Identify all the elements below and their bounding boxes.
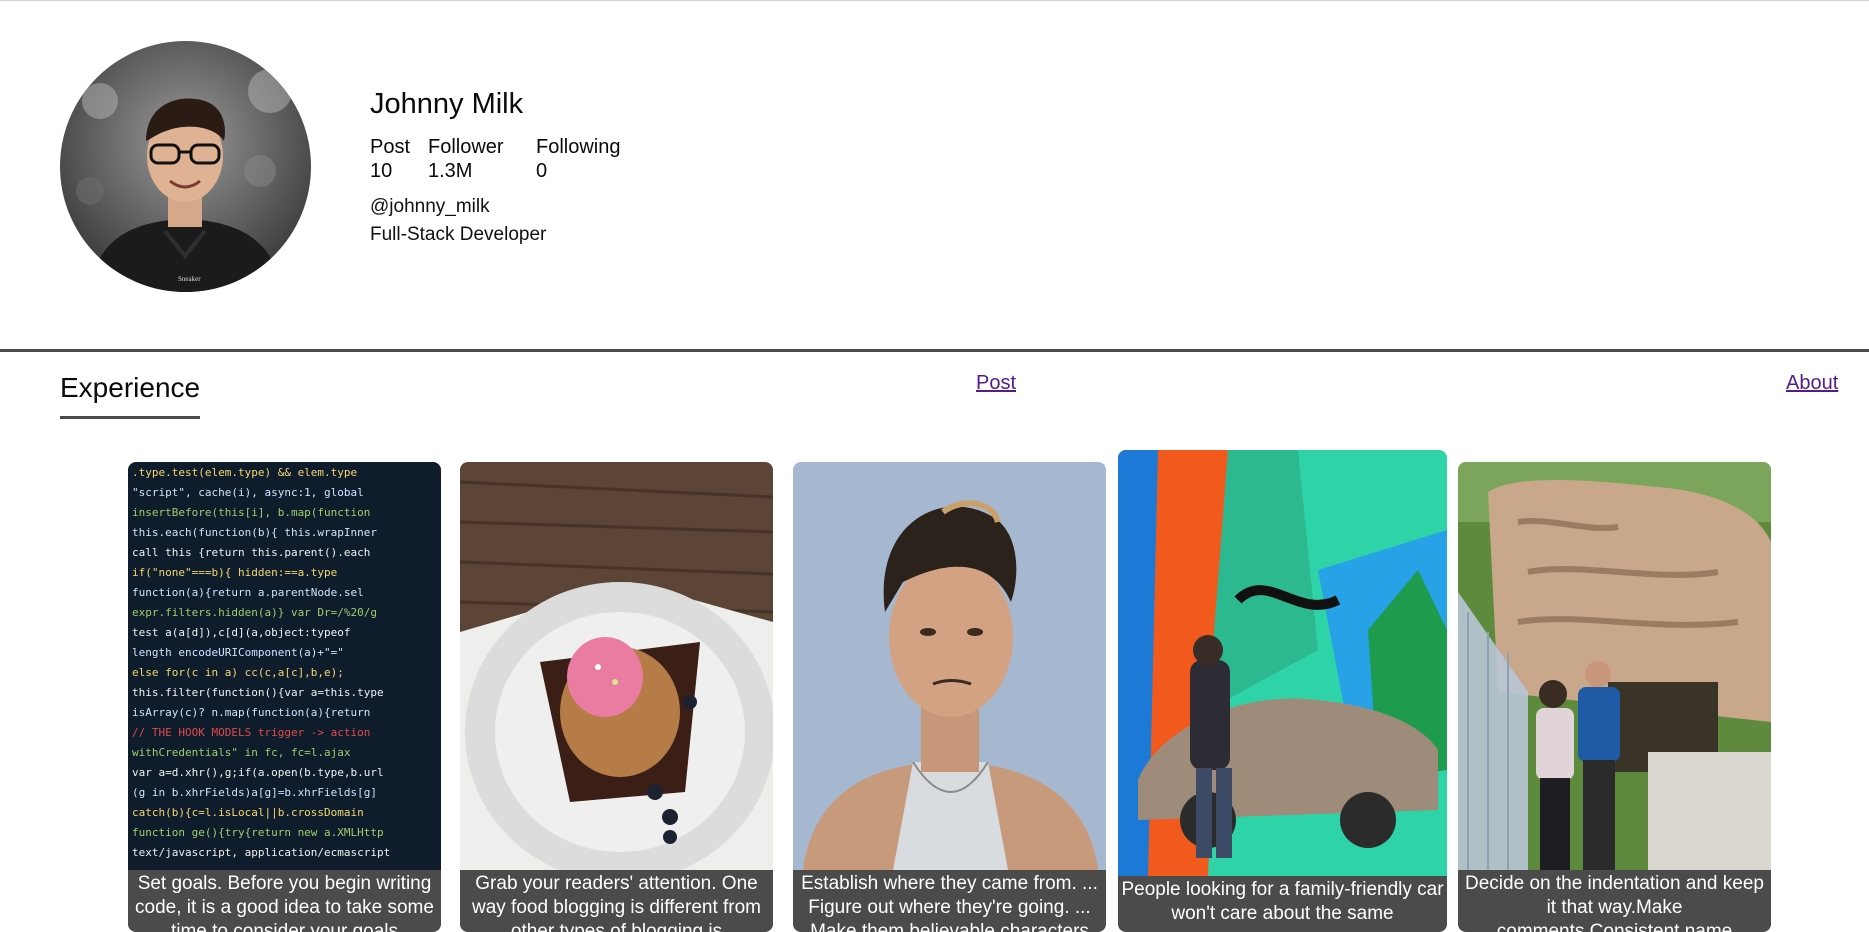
svg-text:(g in b.xhrFields)a[g]=b.xhrFi: (g in b.xhrFields)a[g]=b.xhrFields[g] [132,786,377,799]
svg-text:var a=d.xhr(),g;if(a.open(b.ty: var a=d.xhr(),g;if(a.open(b.type,b.url [132,766,384,779]
svg-text:withCredentials" in fc, fc=l.a: withCredentials" in fc, fc=l.ajax [132,746,351,759]
svg-text:else for(c in a) cc(c,a[c],b,e: else for(c in a) cc(c,a[c],b,e); [132,666,344,679]
svg-text:catch(b){c=l.isLocal||b.crossD: catch(b){c=l.isLocal||b.crossDomain [132,806,364,819]
svg-text:this.each(function(b){ this.wr: this.each(function(b){ this.wrapInner [132,526,377,539]
tab-about-link[interactable]: About [1786,372,1838,395]
post-stat-value: 10 [370,160,393,182]
avatar-image: Sneaker [60,41,311,292]
svg-text:function ge(){try{return new a: function ge(){try{return new a.XMLHttp [132,826,384,839]
svg-text:"script", cache(i), async:1, g: "script", cache(i), async:1, global [132,486,364,499]
profile-bio: Full-Stack Developer [370,224,547,245]
post-stat-label: Post [370,136,411,158]
post-image-rock-attraction [1458,462,1771,870]
tab-post-link[interactable]: Post [976,372,1016,395]
post-stat: Post 10 [370,135,410,183]
svg-text:length encodeURIComponent(a)+": length encodeURIComponent(a)+"=" [132,646,344,659]
svg-text:isArray(c)? n.map(function(a){: isArray(c)? n.map(function(a){return [132,706,370,719]
tab-experience[interactable]: Experience [60,372,201,419]
post-caption: Set goals. Before you begin writing code… [128,870,441,932]
svg-text:Sneaker: Sneaker [178,275,201,283]
following-stat-value: 0 [536,160,548,182]
profile-name: Johnny Milk [370,88,524,120]
post-card[interactable]: Grab your readers' attention. One way fo… [460,462,773,932]
post-image-car-mural [1118,450,1447,876]
follower-stat-label: Follower [428,136,504,158]
svg-text:if("none"===b){ hidden:==a.typ: if("none"===b){ hidden:==a.type [132,566,337,579]
post-card[interactable]: Establish where they came from. ... Figu… [793,462,1106,932]
post-card[interactable]: Decide on the indentation and keep it th… [1458,462,1771,932]
post-image-muffin [460,462,773,870]
svg-text:text/javascript, application/e: text/javascript, application/ecmascript [132,846,390,859]
svg-text:test a(a[d]),c[d](a,object:typ: test a(a[d]),c[d](a,object:typeof [132,626,351,639]
following-stat: Following 0 [536,135,620,183]
profile-header: Sneaker Johnny Milk Post 10 Follower 1.3… [0,0,1869,350]
post-card[interactable]: .type.test(elem.type) && elem.type "scri… [128,462,441,932]
svg-text:expr.filters.hidden(a)} var Dr: expr.filters.hidden(a)} var Dr=/%20/g [132,606,377,619]
follower-stat-value: 1.3M [428,160,473,182]
post-caption: People looking for a family-friendly car… [1118,876,1447,932]
section-divider [0,349,1869,352]
profile-handle: @johnny_milk [370,196,490,217]
svg-text:insertBefore(this[i], b.map(fu: insertBefore(this[i], b.map(function [132,506,370,519]
following-stat-label: Following [536,136,621,158]
avatar: Sneaker [60,41,311,292]
post-card[interactable]: People looking for a family-friendly car… [1118,450,1447,932]
post-caption: Establish where they came from. ... Figu… [793,870,1106,932]
post-image-code: .type.test(elem.type) && elem.type "scri… [128,462,441,870]
svg-text:call this {return this.parent(: call this {return this.parent().each [132,546,370,559]
post-caption: Decide on the indentation and keep it th… [1458,870,1771,932]
svg-text:this.filter(function(){var a=t: this.filter(function(){var a=this.type [132,686,384,699]
svg-text:function(a){return a.parentNod: function(a){return a.parentNode.sel [132,586,364,599]
post-image-portrait [793,462,1106,870]
svg-text:// THE HOOK MODELS trigger ->: // THE HOOK MODELS trigger -> action [132,726,370,739]
follower-stat: Follower 1.3M [428,135,504,183]
svg-text:.type.test(elem.type) && elem.: .type.test(elem.type) && elem.type [132,466,357,479]
post-caption: Grab your readers' attention. One way fo… [460,870,773,932]
